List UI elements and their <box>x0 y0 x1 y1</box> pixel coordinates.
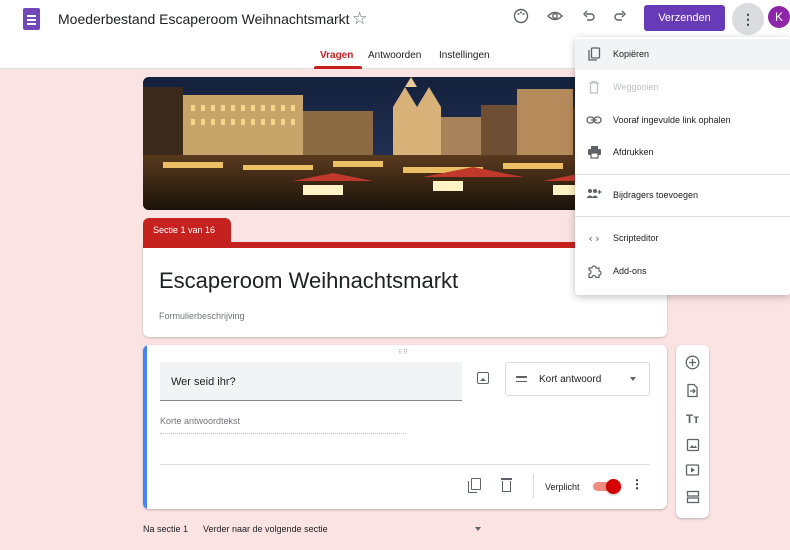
tab-responses[interactable]: Antwoorden <box>368 50 421 61</box>
import-questions-icon[interactable] <box>684 383 701 400</box>
preview-eye-icon[interactable] <box>544 8 566 30</box>
star-icon[interactable]: ☆ <box>352 10 367 27</box>
form-description-field[interactable]: Formulierbeschrijving <box>159 311 245 321</box>
delete-icon[interactable] <box>501 478 512 492</box>
add-section-icon[interactable] <box>684 490 701 507</box>
question-title-text: Wer seid ihr? <box>171 376 236 388</box>
after-section-select[interactable]: Verder naar de volgende sectie <box>203 524 328 534</box>
floating-toolbar: Tт <box>676 345 709 518</box>
required-toggle[interactable] <box>593 479 621 494</box>
add-question-icon[interactable] <box>684 355 701 372</box>
short-answer-icon <box>516 376 527 385</box>
puzzle-icon <box>586 264 602 280</box>
tab-settings[interactable]: Instellingen <box>439 50 490 61</box>
send-button[interactable]: Verzenden <box>644 5 725 31</box>
copy-icon <box>586 47 602 63</box>
document-title[interactable]: Moederbestand Escaperoom Weihnachtsmarkt <box>58 11 350 27</box>
section-indicator: Sectie 1 van 16 <box>143 218 231 242</box>
drag-handle-icon[interactable]: ⠿⠿ <box>398 349 409 356</box>
menu-item-trash[interactable]: Weggooien <box>575 72 790 103</box>
question-title-input[interactable]: Wer seid ihr? <box>160 362 462 401</box>
menu-item-prefilled-link[interactable]: Vooraf ingevulde link ophalen <box>575 105 790 136</box>
palette-icon[interactable] <box>510 8 532 30</box>
chevron-down-icon <box>630 377 636 381</box>
undo-icon[interactable] <box>578 8 600 30</box>
required-label: Verplicht <box>545 482 580 492</box>
focus-accent-bar <box>143 345 147 509</box>
add-image-icon[interactable] <box>684 438 701 455</box>
more-options-icon[interactable]: ⋮ <box>732 3 764 35</box>
add-image-icon[interactable] <box>477 372 489 384</box>
menu-item-addons[interactable]: Add-ons <box>575 256 790 287</box>
question-more-icon[interactable]: ⋮ <box>631 478 643 490</box>
redo-icon[interactable] <box>609 8 631 30</box>
trash-icon <box>586 80 602 96</box>
after-section-label: Na sectie 1 <box>143 524 189 534</box>
short-answer-placeholder: Korte antwoordtekst <box>160 416 406 434</box>
menu-item-print[interactable]: Afdrukken <box>575 137 790 168</box>
add-title-icon[interactable]: Tт <box>684 411 701 428</box>
active-tab-indicator <box>314 66 362 69</box>
menu-item-add-collaborators[interactable]: Bijdragers toevoegen <box>575 180 790 211</box>
menu-item-script-editor[interactable]: ‹› Scripteditor <box>575 223 790 254</box>
print-icon <box>586 145 602 161</box>
more-options-menu: Kopiëren Weggooien Vooraf ingevulde link… <box>575 37 790 295</box>
question-type-label: Kort antwoord <box>539 374 602 385</box>
menu-divider <box>575 216 790 217</box>
duplicate-icon[interactable] <box>468 478 482 493</box>
chevron-down-icon[interactable] <box>475 527 481 531</box>
question-card[interactable]: ⠿⠿ Wer seid ihr? Kort antwoord Korte ant… <box>143 345 667 509</box>
avatar[interactable]: K <box>768 6 790 28</box>
top-bar: Moederbestand Escaperoom Weihnachtsmarkt… <box>0 0 790 40</box>
divider <box>533 474 534 498</box>
forms-logo-icon[interactable] <box>23 8 40 30</box>
divider <box>160 464 650 465</box>
tab-questions[interactable]: Vragen <box>320 50 353 61</box>
code-icon: ‹› <box>587 232 601 245</box>
menu-divider <box>575 174 790 175</box>
link-icon <box>586 113 602 129</box>
question-type-select[interactable]: Kort antwoord <box>505 362 650 396</box>
add-video-icon[interactable] <box>684 463 701 480</box>
menu-item-copy[interactable]: Kopiëren <box>575 39 790 70</box>
form-title[interactable]: Escaperoom Weihnachtsmarkt <box>159 268 458 294</box>
add-people-icon <box>586 188 602 204</box>
